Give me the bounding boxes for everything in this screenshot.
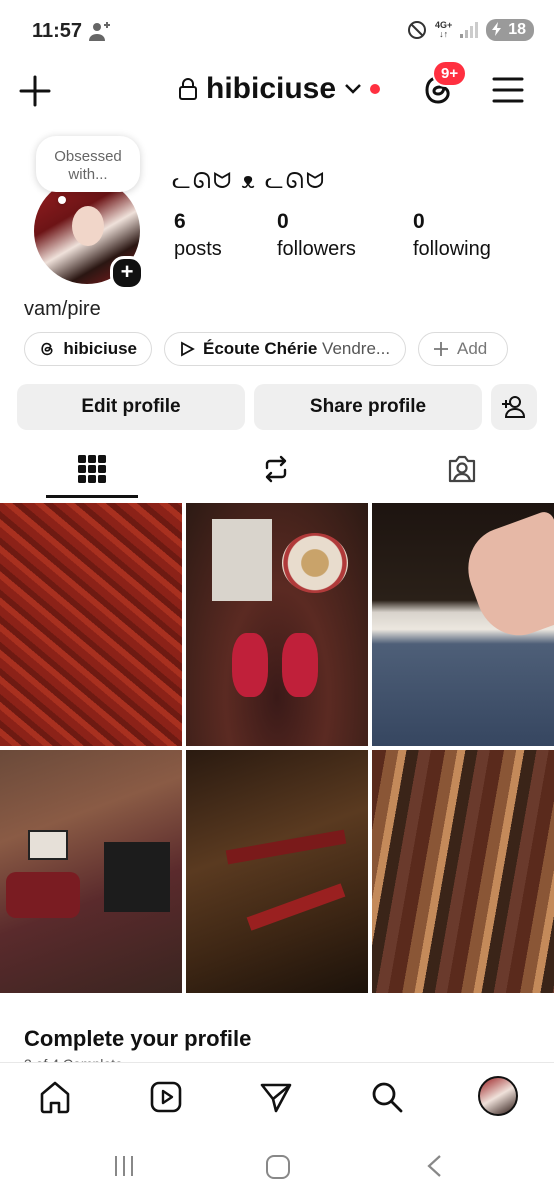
stat-followers-label: followers: [277, 238, 356, 260]
person-add-status-icon: [89, 22, 110, 41]
stat-posts-value: 6: [174, 210, 186, 233]
hand: [456, 509, 554, 647]
nav-profile-avatar[interactable]: [478, 1076, 518, 1116]
network-indicator: 4G+ ↓↑: [434, 20, 453, 39]
post-thumbnail[interactable]: [372, 503, 554, 746]
home-system-icon[interactable]: [265, 1154, 291, 1180]
add-story-button[interactable]: +: [110, 256, 144, 290]
tab-posts-grid[interactable]: [46, 440, 138, 498]
home-icon: [40, 1081, 70, 1114]
threads-small-icon: [41, 342, 53, 356]
post-thumbnail[interactable]: [372, 750, 554, 993]
username: hibiciuse: [206, 72, 337, 105]
chevron-down-icon: [345, 84, 361, 94]
music-pill[interactable]: Écoute Chérie Vendre...: [164, 332, 406, 366]
lipstick: [225, 829, 347, 865]
note-bubble-dot: [58, 196, 66, 204]
share-profile-button[interactable]: Share profile: [254, 384, 482, 430]
dnd-icon: [407, 21, 426, 39]
stat-posts-label: posts: [174, 238, 222, 260]
post-thumbnail[interactable]: [0, 503, 182, 746]
reels-nav-icon: [150, 1081, 182, 1113]
status-time: 11:57: [32, 20, 83, 42]
threads-profile-pill[interactable]: hibiciuse: [24, 332, 152, 366]
tab-reposts[interactable]: [230, 440, 322, 498]
plus-small-icon: [434, 342, 448, 356]
stat-following-value: 0: [413, 210, 425, 233]
edit-profile-button[interactable]: Edit profile: [17, 384, 245, 430]
repost-icon: [265, 455, 287, 483]
post-thumbnail[interactable]: [186, 750, 368, 993]
nav-home[interactable]: [36, 1078, 74, 1116]
post-thumbnail[interactable]: [186, 503, 368, 746]
signal-icon: [460, 22, 479, 38]
nav-search[interactable]: [368, 1078, 406, 1116]
complete-profile-title: Complete your profile: [24, 1026, 252, 1051]
add-pill[interactable]: Add: [418, 332, 508, 366]
add-person-icon: [502, 396, 526, 418]
status-right: 4G+ ↓↑ 18: [407, 19, 534, 41]
send-icon: [260, 1083, 292, 1113]
stat-posts[interactable]: 6 posts: [174, 210, 222, 261]
create-plus-icon[interactable]: [18, 74, 52, 108]
shoe: [232, 633, 268, 697]
notifications-badge: 9+: [432, 60, 468, 87]
battery-indicator: 18: [486, 19, 534, 41]
book: [104, 842, 170, 912]
profile-note[interactable]: Obsessed with...: [36, 136, 140, 192]
stat-following-label: following: [413, 238, 491, 260]
stat-followers[interactable]: 0 followers: [277, 210, 356, 261]
shoe: [282, 633, 318, 697]
back-icon[interactable]: [424, 1154, 446, 1178]
tagged-icon: [448, 455, 476, 483]
menu-icon[interactable]: [492, 76, 524, 104]
account-switcher[interactable]: hibiciuse: [178, 72, 381, 106]
stat-followers-value: 0: [277, 210, 289, 233]
lipstick: [246, 883, 346, 931]
nav-messages[interactable]: [257, 1078, 295, 1116]
network-label: 4G+: [434, 20, 453, 30]
discover-people-button[interactable]: [491, 384, 537, 430]
nav-reels[interactable]: [147, 1078, 185, 1116]
stat-following[interactable]: 0 following: [413, 210, 491, 261]
bag: [6, 872, 80, 918]
post-thumbnail[interactable]: [0, 750, 182, 993]
system-nav-bar: [0, 1134, 554, 1200]
battery-level: 18: [508, 21, 526, 38]
active-tab-indicator: [46, 495, 138, 498]
lock-icon: [179, 78, 197, 100]
tea-cup: [282, 533, 348, 593]
unread-dot: [370, 84, 381, 94]
display-name: ᓚᘏᗢ ᴥ ᓚᘏᗢ: [172, 168, 327, 193]
threads-pill-label: hibiciuse: [63, 339, 137, 358]
search-icon: [372, 1082, 403, 1113]
music-title: Écoute Chérie: [203, 339, 318, 358]
tab-tagged[interactable]: [416, 440, 508, 498]
music-artist: Vendre...: [322, 339, 391, 358]
avatar-face: [72, 206, 104, 246]
add-pill-label: Add: [457, 339, 488, 358]
status-bar: 11:57 4G+ ↓↑ 18: [0, 0, 554, 62]
recent-apps-icon[interactable]: [112, 1154, 136, 1178]
bio: vam/pire: [24, 298, 101, 320]
camera: [28, 830, 68, 860]
play-icon: [181, 341, 195, 357]
charging-icon: [492, 22, 502, 36]
grid-icon: [78, 455, 106, 483]
book-cover: [212, 519, 272, 601]
